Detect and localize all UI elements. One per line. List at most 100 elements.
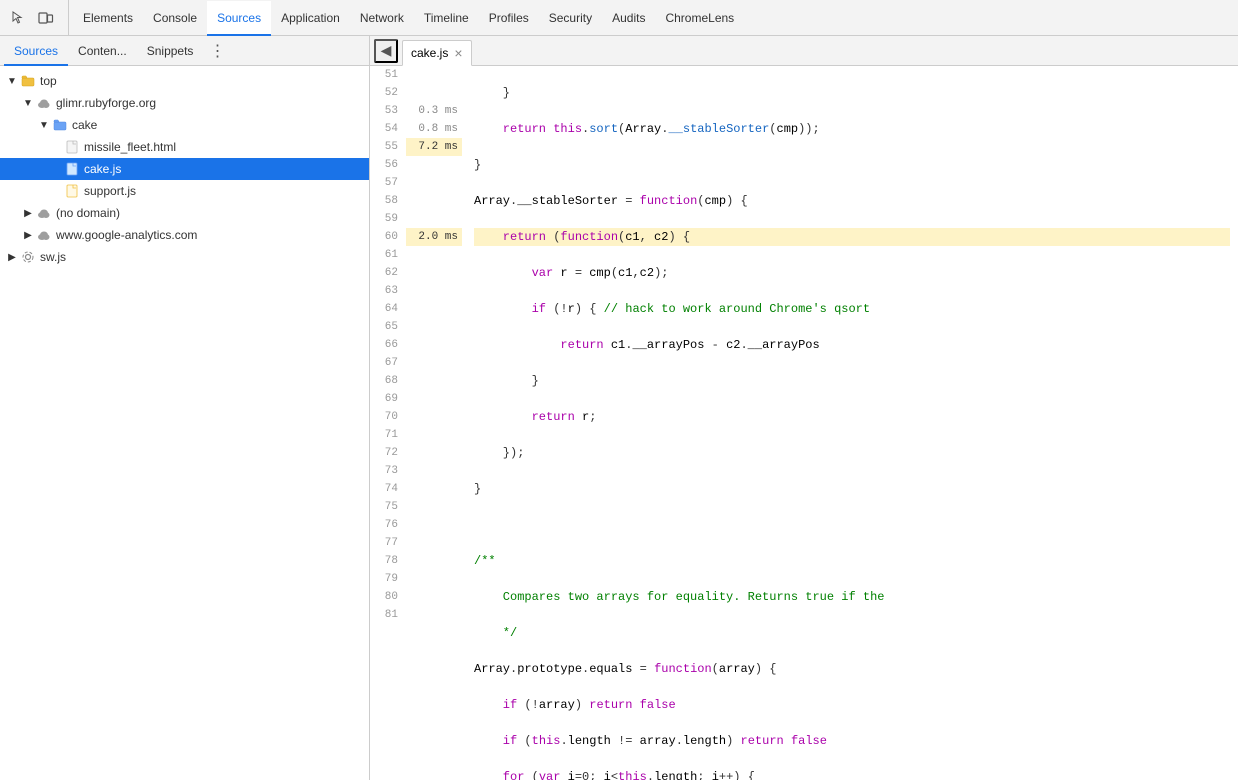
line-numbers: 51 52 53 54 55 56 57 58 59 60 61 62 63 6… xyxy=(370,66,406,780)
code-line-68: if (!array) return false xyxy=(474,696,1230,714)
tree-arrow-nodomain: ▶ xyxy=(20,205,36,221)
timing-76 xyxy=(406,516,462,534)
tree-arrow-cakejs xyxy=(56,161,64,177)
tree-item-missile[interactable]: missile_fleet.html xyxy=(0,136,369,158)
file-icon-supportjs xyxy=(64,183,80,199)
timing-58 xyxy=(406,192,462,210)
code-line-67: Array.prototype.equals = function(array)… xyxy=(474,660,1230,678)
timing-68 xyxy=(406,372,462,390)
timing-74 xyxy=(406,480,462,498)
tab-console[interactable]: Console xyxy=(143,1,207,36)
tree-arrow-glimr: ▼ xyxy=(20,95,36,111)
tree-label-nodomain: (no domain) xyxy=(56,206,120,220)
tree-item-swjs[interactable]: ▶ sw.js xyxy=(0,246,369,268)
tree-item-supportjs[interactable]: support.js xyxy=(0,180,369,202)
tree-label-glimr: glimr.rubyforge.org xyxy=(56,96,156,110)
tree-label-google-analytics: www.google-analytics.com xyxy=(56,228,197,242)
tree-label-cakejs: cake.js xyxy=(84,162,121,176)
tree-arrow-missile xyxy=(56,139,64,155)
sub-tab-content[interactable]: Conten... xyxy=(68,37,137,66)
left-panel: Sources Conten... Snippets ⋮ ▼ xyxy=(0,36,370,780)
tree-item-nodomain[interactable]: ▶ (no domain) xyxy=(0,202,369,224)
tree-item-google-analytics[interactable]: ▶ www.google-analytics.com xyxy=(0,224,369,246)
code-line-63 xyxy=(474,516,1230,534)
timing-78 xyxy=(406,552,462,570)
code-line-60: return r; xyxy=(474,408,1230,426)
tab-audits[interactable]: Audits xyxy=(602,1,655,36)
tab-application[interactable]: Application xyxy=(271,1,350,36)
code-line-64: /** xyxy=(474,552,1230,570)
code-line-55: return (function(c1, c2) { xyxy=(474,228,1230,246)
timing-72 xyxy=(406,444,462,462)
code-line-61: }); xyxy=(474,444,1230,462)
timing-62 xyxy=(406,264,462,282)
folder-icon xyxy=(20,73,36,89)
file-tree: ▼ top ▼ xyxy=(0,66,369,780)
code-line-59: } xyxy=(474,372,1230,390)
timing-57 xyxy=(406,174,462,192)
tree-label-swjs: sw.js xyxy=(40,250,66,264)
sub-tab-sources[interactable]: Sources xyxy=(4,37,68,66)
tree-item-top[interactable]: ▼ top xyxy=(0,70,369,92)
tree-arrow-google-analytics: ▶ xyxy=(20,227,36,243)
timing-54: 0.8 ms xyxy=(406,120,462,138)
tree-arrow-supportjs xyxy=(56,183,64,199)
code-tab-bar: ◀ cake.js × xyxy=(370,36,1238,66)
code-line-53: } xyxy=(474,156,1230,174)
gear-icon-swjs xyxy=(20,249,36,265)
code-tab-label: cake.js xyxy=(411,46,448,60)
main-tab-nav: Elements Console Sources Application Net… xyxy=(73,0,744,35)
device-toggle-button[interactable] xyxy=(32,4,60,32)
timing-75 xyxy=(406,498,462,516)
timing-52 xyxy=(406,84,462,102)
tab-chromelens[interactable]: ChromeLens xyxy=(655,1,744,36)
code-line-54: Array.__stableSorter = function(cmp) { xyxy=(474,192,1230,210)
tree-item-glimr[interactable]: ▼ glimr.rubyforge.org xyxy=(0,92,369,114)
tree-item-cakejs[interactable]: cake.js xyxy=(0,158,369,180)
timing-51 xyxy=(406,66,462,84)
code-line-56: var r = cmp(c1,c2); xyxy=(474,264,1230,282)
code-line-69: if (this.length != array.length) return … xyxy=(474,732,1230,750)
timing-59 xyxy=(406,210,462,228)
code-editor[interactable]: 51 52 53 54 55 56 57 58 59 60 61 62 63 6… xyxy=(370,66,1238,780)
more-tabs-button[interactable]: ⋮ xyxy=(205,39,229,63)
code-tab-close[interactable]: × xyxy=(454,46,462,60)
tab-network[interactable]: Network xyxy=(350,1,414,36)
tree-item-cake[interactable]: ▼ cake xyxy=(0,114,369,136)
code-line-51: } xyxy=(474,84,1230,102)
tab-elements[interactable]: Elements xyxy=(73,1,143,36)
cloud-icon-nodomain xyxy=(36,205,52,221)
cloud-icon-google xyxy=(36,227,52,243)
timing-61 xyxy=(406,246,462,264)
toolbar-icon-group xyxy=(4,0,69,35)
tab-profiles[interactable]: Profiles xyxy=(479,1,539,36)
timing-73 xyxy=(406,462,462,480)
devtools-toolbar: Elements Console Sources Application Net… xyxy=(0,0,1238,36)
file-icon-html xyxy=(64,139,80,155)
main-layout: Sources Conten... Snippets ⋮ ▼ xyxy=(0,36,1238,780)
cursor-icon-button[interactable] xyxy=(4,4,32,32)
sub-tab-snippets[interactable]: Snippets xyxy=(137,37,204,66)
tab-timeline[interactable]: Timeline xyxy=(414,1,479,36)
timing-60: 2.0 ms xyxy=(406,228,462,246)
folder-icon-cake xyxy=(52,117,68,133)
tree-label-supportjs: support.js xyxy=(84,184,136,198)
code-line-66: */ xyxy=(474,624,1230,642)
timing-79 xyxy=(406,570,462,588)
timing-69 xyxy=(406,390,462,408)
code-file-tab-cakejs[interactable]: cake.js × xyxy=(402,40,472,66)
timing-55: 7.2 ms xyxy=(406,138,462,156)
code-line-70: for (var i=0; i<this.length; i++) { xyxy=(474,768,1230,780)
cloud-icon-glimr xyxy=(36,95,52,111)
tab-security[interactable]: Security xyxy=(539,1,602,36)
sub-tabs: Sources Conten... Snippets ⋮ xyxy=(0,36,369,66)
timing-53: 0.3 ms xyxy=(406,102,462,120)
code-line-62: } xyxy=(474,480,1230,498)
timing-56 xyxy=(406,156,462,174)
timing-63 xyxy=(406,282,462,300)
timing-71 xyxy=(406,426,462,444)
timing-67 xyxy=(406,354,462,372)
timing-65 xyxy=(406,318,462,336)
code-back-button[interactable]: ◀ xyxy=(374,39,398,63)
tab-sources[interactable]: Sources xyxy=(207,1,271,36)
